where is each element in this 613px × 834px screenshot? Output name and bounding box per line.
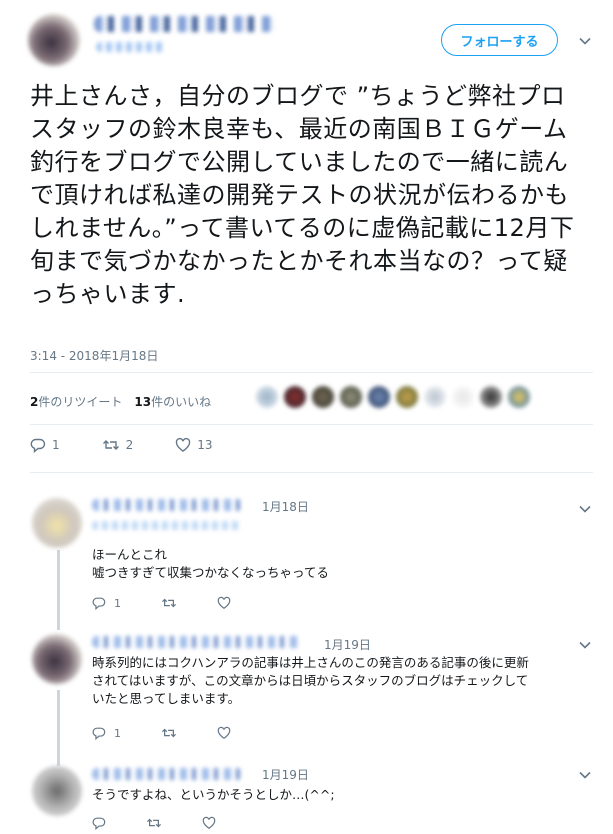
like-button[interactable]: 13 (175, 437, 213, 453)
reply-date[interactable]: 1月19日 (262, 766, 309, 783)
reply-author-name-redacted[interactable] (92, 636, 302, 648)
chevron-down-icon[interactable] (578, 638, 592, 652)
reply-button[interactable]: 1 (92, 596, 121, 610)
chevron-down-icon[interactable] (578, 768, 592, 782)
retweets-stat[interactable]: 2件のリツイート (30, 393, 122, 410)
heart-icon (202, 816, 216, 830)
reply-avatar[interactable] (32, 634, 82, 684)
liker-avatar[interactable] (396, 386, 418, 408)
reply-actions: 1 (92, 726, 271, 740)
reply-date[interactable]: 1月19日 (324, 636, 371, 653)
retweet-icon (161, 726, 177, 740)
reply-author-name-redacted[interactable] (92, 499, 242, 511)
reply-icon (92, 726, 106, 740)
reply-text: そうですよね、というかそうとしか…(^^; (92, 787, 335, 802)
likes-stat[interactable]: 13件のいいね (134, 393, 211, 410)
tweet-stats: 2件のリツイート 13件のいいね (30, 393, 211, 410)
heart-icon (217, 726, 231, 740)
divider (30, 372, 593, 373)
liker-avatar[interactable] (284, 386, 306, 408)
liker-avatar[interactable] (256, 386, 278, 408)
tweet-actions: 1 2 13 (30, 437, 255, 453)
heart-icon (217, 596, 231, 610)
liker-avatar[interactable] (424, 386, 446, 408)
liker-avatar[interactable] (368, 386, 390, 408)
liker-avatar[interactable] (312, 386, 334, 408)
divider (30, 424, 593, 425)
reply-button[interactable]: 1 (92, 726, 121, 740)
author-handle-redacted[interactable] (96, 42, 166, 52)
reply-avatar[interactable] (32, 766, 82, 816)
retweet-button[interactable] (146, 816, 162, 830)
retweet-icon (146, 816, 162, 830)
divider (30, 472, 593, 473)
liker-avatar[interactable] (452, 386, 474, 408)
reply-text: 時系列的にはコクハンアラの記事は井上さんのこの発言のある記事の後に更新 されては… (92, 655, 529, 706)
author-avatar[interactable] (28, 14, 80, 66)
like-button[interactable] (217, 726, 231, 740)
tweet-header: フォローする (0, 0, 613, 80)
tweet-text: 井上さんさ，自分のブログで ”ちょうど弊社プロスタッフの鈴木良幸も、最近の南国Ｂ… (30, 82, 575, 308)
reply-author-handle-redacted[interactable] (92, 521, 242, 530)
reply-actions (92, 816, 256, 830)
reply-icon (92, 816, 106, 830)
heart-icon (175, 437, 191, 453)
reply-date[interactable]: 1月18日 (262, 498, 309, 515)
thread-line (57, 690, 60, 766)
author-name-redacted[interactable] (94, 16, 274, 32)
reply-avatar[interactable] (32, 498, 82, 548)
chevron-down-icon[interactable] (578, 502, 592, 516)
retweet-button[interactable] (161, 596, 177, 610)
reply-author-name-redacted[interactable] (92, 768, 242, 780)
thread-line (57, 550, 60, 630)
retweet-icon (161, 596, 177, 610)
follow-button[interactable]: フォローする (441, 24, 558, 56)
reply-icon (92, 596, 106, 610)
retweet-button[interactable]: 2 (102, 437, 133, 453)
reply-button[interactable] (92, 816, 106, 830)
retweet-icon (102, 437, 120, 453)
like-button[interactable] (217, 596, 231, 610)
reply-button[interactable]: 1 (30, 437, 60, 453)
liker-avatar[interactable] (508, 386, 530, 408)
liker-avatar[interactable] (340, 386, 362, 408)
reply-icon (30, 437, 46, 453)
liker-avatar[interactable] (480, 386, 502, 408)
like-button[interactable] (202, 816, 216, 830)
reply-actions: 1 (92, 596, 271, 610)
tweet-timestamp[interactable]: 3:14 - 2018年1月18日 (30, 347, 158, 364)
reply-text: ほーんとこれ 嘘つきすぎて収集つかなくなっちゃってる (92, 547, 329, 580)
likers-avatars (256, 386, 530, 408)
retweet-button[interactable] (161, 726, 177, 740)
chevron-down-icon[interactable] (578, 34, 592, 48)
